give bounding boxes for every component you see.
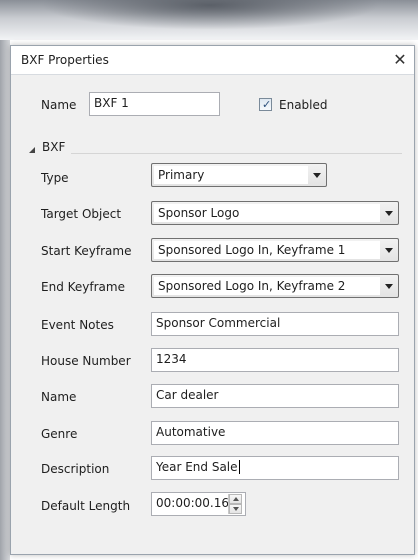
background-edge [0, 40, 10, 560]
name-field-label: Name [41, 390, 77, 404]
collapse-triangle-icon[interactable] [29, 147, 35, 153]
description-input[interactable]: Year End Sale [151, 456, 399, 480]
event-notes-label: Event Notes [41, 318, 114, 332]
genre-label: Genre [41, 427, 78, 441]
type-label: Type [41, 171, 69, 185]
chevron-down-icon [313, 173, 321, 178]
target-object-label: Target Object [41, 207, 122, 221]
house-number-input[interactable]: 1234 [151, 348, 399, 372]
name-input[interactable]: BXF 1 [89, 92, 220, 116]
end-keyframe-dropdown[interactable]: Sponsored Logo In, Keyframe 2 [151, 274, 399, 298]
bxf-properties-dialog: BXF Properties ✕ Name BXF 1 ✓ Enabled BX… [10, 45, 415, 555]
type-dropdown[interactable]: Primary [151, 163, 327, 187]
house-number-label: House Number [41, 354, 131, 368]
target-object-dropdown[interactable]: Sponsor Logo [151, 201, 399, 225]
start-keyframe-dropdown[interactable]: Sponsored Logo In, Keyframe 1 [151, 238, 399, 262]
event-notes-input[interactable]: Sponsor Commercial [151, 312, 399, 336]
text-caret [238, 460, 240, 474]
background-blur [0, 0, 418, 40]
name-label: Name [41, 98, 77, 112]
genre-input[interactable]: Automative [151, 421, 399, 445]
title-bar: BXF Properties ✕ [11, 46, 414, 75]
name-field-input[interactable]: Car dealer [151, 384, 399, 408]
start-keyframe-value: Sponsored Logo In, Keyframe 1 [154, 241, 380, 259]
section-divider [71, 153, 402, 154]
chevron-down-icon [385, 211, 393, 216]
default-length-input[interactable]: 00:00:00.16 [151, 492, 246, 516]
check-icon: ✓ [262, 98, 272, 111]
type-value: Primary [154, 166, 308, 184]
description-value: Year End Sale [156, 460, 238, 474]
close-button[interactable]: ✕ [390, 50, 410, 70]
target-object-value: Sponsor Logo [154, 204, 380, 222]
start-keyframe-label: Start Keyframe [41, 244, 132, 258]
length-spinner [228, 494, 243, 514]
chevron-down-icon [385, 248, 393, 253]
default-length-value: 00:00:00.16 [156, 496, 229, 510]
chevron-down-icon [385, 284, 393, 289]
enabled-checkbox[interactable]: ✓ [259, 98, 272, 111]
spin-down-icon[interactable] [229, 504, 242, 514]
spin-up-icon[interactable] [229, 494, 242, 504]
enabled-label: Enabled [279, 98, 328, 112]
description-label: Description [41, 462, 110, 476]
end-keyframe-value: Sponsored Logo In, Keyframe 2 [154, 277, 380, 295]
end-keyframe-label: End Keyframe [41, 280, 125, 294]
section-title: BXF [42, 140, 66, 154]
dialog-title: BXF Properties [21, 53, 109, 67]
default-length-label: Default Length [41, 499, 131, 513]
